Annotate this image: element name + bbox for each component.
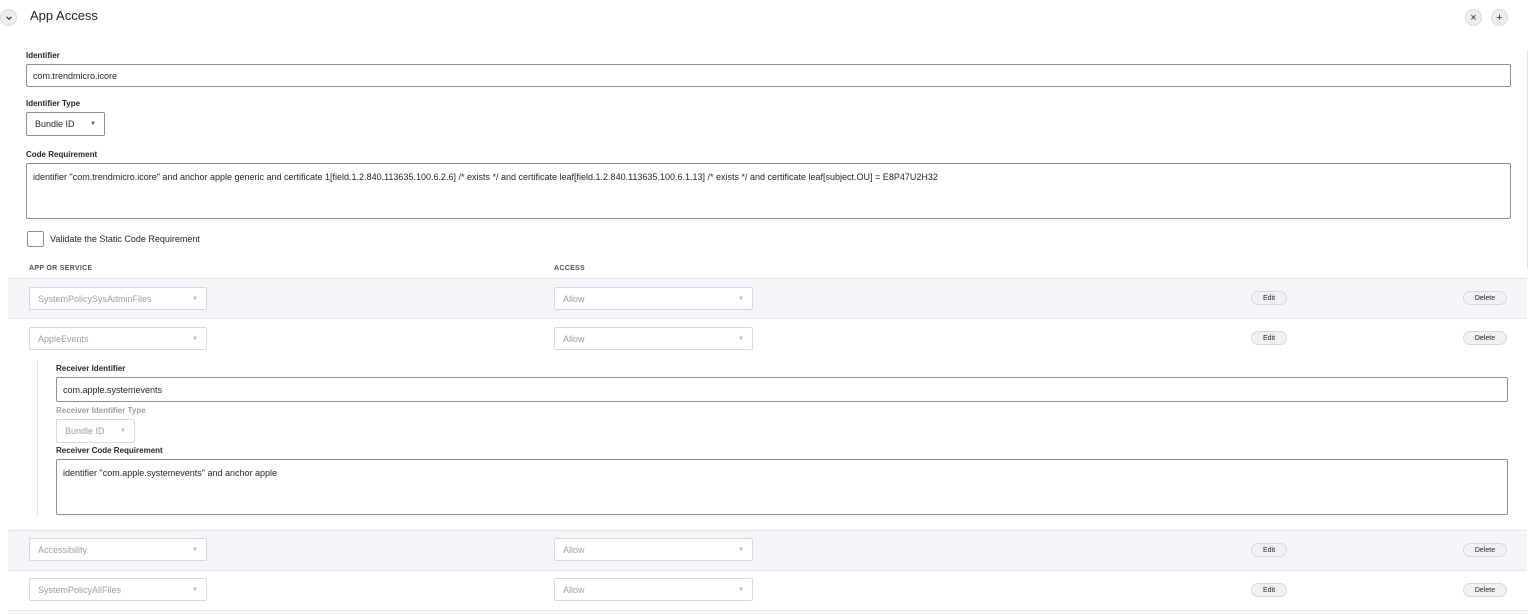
- edit-button[interactable]: Edit: [1251, 583, 1287, 597]
- delete-button[interactable]: Delete: [1463, 331, 1507, 345]
- caret-down-icon: ▼: [192, 335, 198, 342]
- code-requirement-value: identifier "com.trendmicro.icore" and an…: [33, 172, 938, 182]
- collapse-section-button[interactable]: [0, 9, 17, 26]
- validate-label: Validate the Static Code Requirement: [50, 234, 200, 244]
- close-icon: ×: [1470, 11, 1477, 24]
- receiver-identifier-type-label: Receiver Identifier Type: [56, 406, 146, 415]
- receiver-code-requirement-label: Receiver Code Requirement: [56, 446, 163, 455]
- receiver-identifier-type-value: Bundle ID: [65, 426, 105, 436]
- edit-button[interactable]: Edit: [1251, 543, 1287, 557]
- code-requirement-label: Code Requirement: [26, 150, 98, 159]
- caret-down-icon: ▼: [120, 428, 126, 434]
- service-value: SystemPolicySysAdminFiles: [38, 293, 152, 304]
- service-select[interactable]: Accessibility ▼: [29, 538, 207, 561]
- identifier-type-label: Identifier Type: [26, 99, 81, 108]
- caret-down-icon: ▼: [192, 586, 198, 593]
- receiver-code-requirement-textarea[interactable]: identifier "com.apple.systemevents" and …: [56, 459, 1508, 515]
- section-title: App Access: [30, 8, 98, 23]
- caret-down-icon: ▼: [192, 546, 198, 553]
- delete-button[interactable]: Delete: [1463, 583, 1507, 597]
- service-select[interactable]: AppleEvents ▼: [29, 327, 207, 350]
- identifier-input[interactable]: com.trendmicro.icore: [26, 64, 1511, 87]
- identifier-type-value: Bundle ID: [35, 119, 75, 129]
- caret-down-icon: ▼: [738, 546, 744, 553]
- caret-down-icon: ▼: [738, 335, 744, 342]
- caret-down-icon: ▼: [738, 295, 744, 302]
- caret-down-icon: ▼: [192, 295, 198, 302]
- access-select[interactable]: Allow ▼: [554, 538, 753, 561]
- receiver-identifier-value: com.apple.systemevents: [63, 384, 163, 395]
- access-value: Allow: [563, 333, 585, 344]
- nested-divider: [37, 360, 38, 515]
- table-row: [8, 570, 1527, 610]
- receiver-code-requirement-value: identifier "com.apple.systemevents" and …: [63, 468, 278, 478]
- code-requirement-textarea[interactable]: identifier "com.trendmicro.icore" and an…: [26, 163, 1511, 219]
- access-value: Allow: [563, 293, 585, 304]
- add-section-button[interactable]: +: [1491, 9, 1508, 26]
- service-select[interactable]: SystemPolicySysAdminFiles ▼: [29, 287, 207, 310]
- chevron-down-icon: [5, 15, 12, 20]
- access-select[interactable]: Allow ▼: [554, 578, 753, 601]
- edit-button[interactable]: Edit: [1251, 291, 1287, 305]
- receiver-identifier-input[interactable]: com.apple.systemevents: [56, 377, 1508, 402]
- service-select[interactable]: SystemPolicyAllFiles ▼: [29, 578, 207, 601]
- table-bottom-divider: [8, 610, 1527, 611]
- service-value: Accessibility: [38, 544, 88, 555]
- access-value: Allow: [563, 544, 585, 555]
- plus-icon: +: [1496, 11, 1503, 24]
- identifier-type-select[interactable]: Bundle ID ▼: [26, 112, 105, 136]
- validate-checkbox[interactable]: [27, 231, 44, 247]
- access-value: Allow: [563, 584, 585, 595]
- remove-section-button[interactable]: ×: [1465, 9, 1482, 26]
- identifier-value: com.trendmicro.icore: [33, 70, 118, 81]
- scroll-divider: [1527, 50, 1528, 268]
- column-header-access: ACCESS: [554, 265, 585, 272]
- column-header-app: APP OR SERVICE: [29, 265, 93, 272]
- edit-button[interactable]: Edit: [1251, 331, 1287, 345]
- access-select[interactable]: Allow ▼: [554, 287, 753, 310]
- receiver-identifier-label: Receiver Identifier: [56, 364, 126, 373]
- receiver-identifier-type-select[interactable]: Bundle ID ▼: [56, 419, 135, 443]
- table-row: [8, 278, 1527, 319]
- table-row: [8, 530, 1527, 571]
- service-value: AppleEvents: [38, 333, 89, 344]
- delete-button[interactable]: Delete: [1463, 543, 1507, 557]
- access-select[interactable]: Allow ▼: [554, 327, 753, 350]
- caret-down-icon: ▼: [90, 121, 96, 127]
- caret-down-icon: ▼: [738, 586, 744, 593]
- delete-button[interactable]: Delete: [1463, 291, 1507, 305]
- identifier-label: Identifier: [26, 51, 60, 60]
- service-value: SystemPolicyAllFiles: [38, 584, 122, 595]
